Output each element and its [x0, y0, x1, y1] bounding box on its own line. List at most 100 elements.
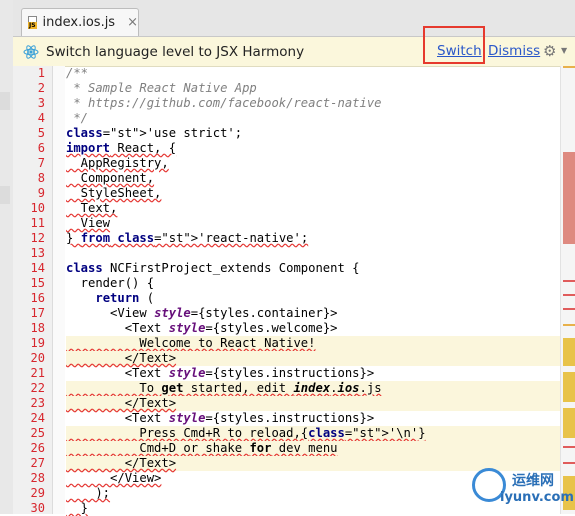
code-line-text: <Text style={styles.welcome}>: [66, 321, 338, 335]
line-number: 10: [30, 201, 45, 215]
marker[interactable]: [563, 324, 575, 326]
code-line-text: StyleSheet,: [66, 186, 162, 200]
code-line-text: Press Cmd+R to reload,{class="st">'\n'}: [66, 426, 426, 440]
code-line[interactable]: <Text style={styles.instructions}>: [66, 366, 560, 381]
code-line[interactable]: To get started, edit index.ios.js: [66, 381, 560, 396]
line-number: 20: [30, 351, 45, 365]
line-number: 9: [37, 186, 45, 200]
line-number: 14: [30, 261, 45, 275]
dismiss-link[interactable]: Dismiss: [488, 43, 540, 59]
code-line-text: </Text>: [66, 351, 177, 365]
highlight-box: [423, 26, 485, 64]
react-icon: [23, 44, 39, 59]
code-line[interactable]: Text,: [66, 201, 560, 216]
code-line-text: </Text>: [66, 396, 177, 410]
line-number: 8: [37, 171, 45, 185]
code-line[interactable]: } from class="st">'react-native';: [66, 231, 560, 246]
code-line[interactable]: <Text style={styles.welcome}>: [66, 321, 560, 336]
tab-index-ios-js[interactable]: index.ios.js ×: [21, 8, 139, 36]
marker[interactable]: [563, 446, 575, 448]
code-line[interactable]: */: [66, 111, 560, 126]
code-line[interactable]: Cmd+D or shake for dev menu: [66, 441, 560, 456]
code-line[interactable]: import React, {: [66, 141, 560, 156]
code-line-text: class="st">'use strict';: [66, 126, 243, 140]
line-number: 3: [37, 96, 45, 110]
watermark-cn: 运维网: [512, 473, 554, 489]
code-line[interactable]: render() {: [66, 276, 560, 291]
code-line-text: Component,: [66, 171, 155, 185]
tab-label: index.ios.js: [42, 15, 116, 30]
code-line-text: render() {: [66, 276, 155, 290]
code-line[interactable]: <Text style={styles.instructions}>: [66, 411, 560, 426]
line-number: 13: [30, 246, 45, 260]
notification-message: Switch language level to JSX Harmony: [46, 43, 305, 60]
code-line[interactable]: </Text>: [66, 351, 560, 366]
line-number: 25: [30, 426, 45, 440]
code-line[interactable]: Welcome to React Native!: [66, 336, 560, 351]
code-line[interactable]: class NCFirstProject_extends Component {: [66, 261, 560, 276]
editor-tab-bar: index.ios.js ×: [13, 0, 575, 37]
line-number: 21: [30, 366, 45, 380]
code-line-text: <Text style={styles.instructions}>: [66, 411, 375, 425]
line-number: 18: [30, 321, 45, 335]
code-line-text: </View>: [66, 471, 162, 485]
watermark-en: iyunv.com: [500, 490, 574, 505]
code-line[interactable]: * Sample React Native App: [66, 81, 560, 96]
gear-icon[interactable]: ⚙: [543, 42, 556, 60]
code-line[interactable]: * https://github.com/facebook/react-nati…: [66, 96, 560, 111]
watermark-logo: 运维网 iyunv.com: [470, 466, 574, 512]
code-line-text: return (: [95, 291, 155, 305]
scrollbar-thumb[interactable]: [563, 152, 575, 244]
line-number: 7: [37, 156, 45, 170]
line-number: 2: [37, 81, 45, 95]
code-line-text: /**: [66, 66, 89, 80]
code-line[interactable]: Component,: [66, 171, 560, 186]
close-icon[interactable]: ×: [127, 15, 138, 30]
code-line-text: } from class="st">'react-native';: [66, 231, 309, 245]
line-number: 29: [30, 486, 45, 500]
code-line[interactable]: class="st">'use strict';: [66, 126, 560, 141]
line-number: 5: [37, 126, 45, 140]
marker[interactable]: [563, 372, 575, 402]
line-number: 27: [30, 456, 45, 470]
marker[interactable]: [563, 280, 575, 282]
line-number: 16: [30, 291, 45, 305]
code-line[interactable]: /**: [66, 66, 560, 81]
line-number: 4: [37, 111, 45, 125]
code-line[interactable]: View: [66, 216, 560, 231]
code-line[interactable]: return (: [66, 291, 560, 306]
marker[interactable]: [563, 294, 575, 296]
code-line-text: <Text style={styles.instructions}>: [66, 366, 375, 380]
code-line[interactable]: <View style={styles.container}>: [66, 306, 560, 321]
marker[interactable]: [563, 408, 575, 438]
code-line-text: * Sample React Native App: [66, 81, 257, 95]
code-line[interactable]: AppRegistry,: [66, 156, 560, 171]
marker[interactable]: [563, 308, 575, 310]
marker[interactable]: [563, 338, 575, 366]
code-editor[interactable]: /** * Sample React Native App * https://…: [66, 66, 560, 515]
code-line-text: class NCFirstProject_extends Component {: [66, 261, 360, 275]
error-stripe-scrollbar[interactable]: [560, 66, 575, 514]
code-line[interactable]: Press Cmd+R to reload,{class="st">'\n'}: [66, 426, 560, 441]
code-line[interactable]: </Text>: [66, 396, 560, 411]
code-line-text: View: [66, 216, 111, 230]
chevron-down-icon[interactable]: ▼: [561, 46, 567, 55]
line-number: 23: [30, 396, 45, 410]
marker[interactable]: [563, 66, 575, 68]
line-number: 12: [30, 231, 45, 245]
line-number: 26: [30, 441, 45, 455]
js-file-icon: [28, 16, 37, 29]
fold-column: [53, 66, 65, 514]
marker[interactable]: [563, 462, 575, 464]
code-line-text: );: [66, 486, 111, 500]
code-line-text: <View style={styles.container}>: [66, 306, 338, 320]
code-line-text: import React, {: [66, 141, 177, 155]
code-line-text: </Text>: [66, 456, 177, 470]
code-line-text: }: [66, 501, 89, 515]
line-number: 22: [30, 381, 45, 395]
code-line[interactable]: [66, 246, 560, 261]
line-number-gutter: 1 2 3 4 5 6 7 8 9 10 11 12 13 14 15 16 17 18 19 20 21 22 23 24 2…: [13, 66, 53, 515]
notification-bar: Switch language level to JSX Harmony Swi…: [13, 26, 575, 67]
code-line[interactable]: StyleSheet,: [66, 186, 560, 201]
line-number: 28: [30, 471, 45, 485]
